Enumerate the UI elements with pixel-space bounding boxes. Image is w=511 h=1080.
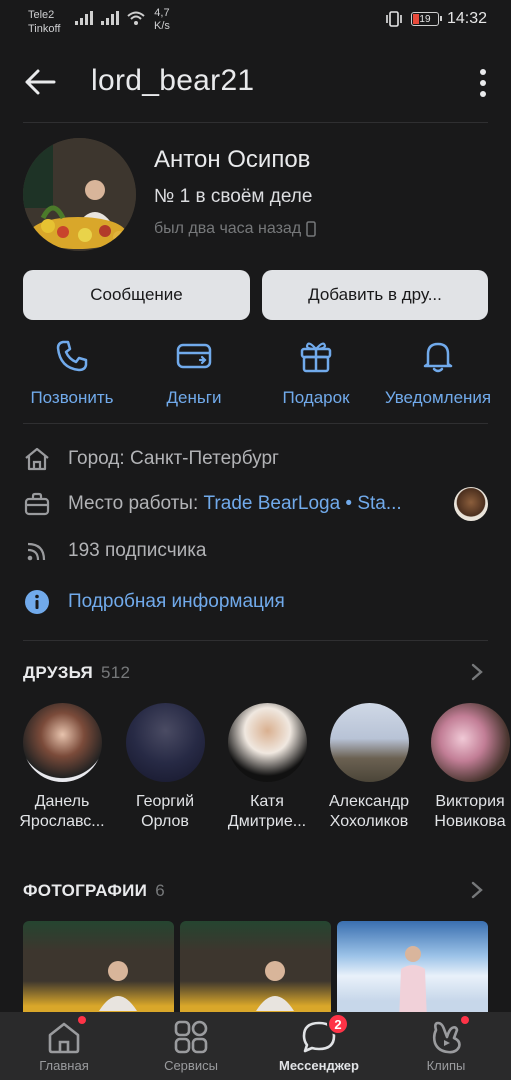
bottom-tab-bar: Главная Сервисы Мессенджер 2 Клипы bbox=[0, 1012, 511, 1080]
avatar[interactable] bbox=[23, 138, 136, 251]
work-link[interactable]: Trade BearLoga • Sta... bbox=[204, 493, 402, 515]
avatar bbox=[329, 703, 409, 782]
avatar bbox=[22, 703, 102, 782]
network-speed: 4,7 K/s bbox=[154, 7, 170, 32]
avatar bbox=[430, 703, 510, 782]
briefcase-icon bbox=[24, 492, 50, 516]
details-row[interactable]: Подробная информация bbox=[23, 587, 493, 617]
bell-icon bbox=[423, 342, 453, 373]
friend-item[interactable]: Георгий Орлов bbox=[115, 703, 215, 832]
divider bbox=[23, 423, 488, 424]
photo-thumbnail[interactable] bbox=[180, 921, 331, 1021]
rss-icon bbox=[27, 542, 46, 561]
avatar bbox=[125, 703, 205, 782]
friend-item[interactable]: Виктория Новикова bbox=[421, 703, 511, 832]
profile-header: lord_bear21 bbox=[0, 52, 511, 114]
photo-thumbnail[interactable] bbox=[23, 921, 174, 1021]
notification-dot bbox=[461, 1016, 469, 1024]
avatar bbox=[227, 703, 307, 782]
signal-icon bbox=[75, 11, 93, 25]
photo-content bbox=[256, 961, 294, 1011]
status-bar: Tele2 Tinkoff 4,7 K/s 19 14:32 bbox=[0, 0, 511, 44]
notification-dot bbox=[78, 1016, 86, 1024]
home-icon bbox=[48, 1022, 80, 1054]
city-row: Город: Санкт-Петербург bbox=[23, 444, 493, 474]
photo-content bbox=[399, 946, 427, 1021]
divider bbox=[23, 122, 488, 123]
photo-thumbnail[interactable] bbox=[337, 921, 488, 1021]
phone-icon bbox=[56, 340, 88, 372]
page-title: lord_bear21 bbox=[91, 64, 255, 97]
tab-home[interactable]: Главная bbox=[9, 1020, 119, 1073]
vibrate-icon bbox=[386, 11, 402, 27]
signal-icons bbox=[74, 10, 146, 26]
battery-icon: 19 bbox=[410, 12, 442, 26]
messenger-badge: 2 bbox=[327, 1013, 349, 1035]
add-friend-button[interactable]: Добавить в дру... bbox=[262, 270, 488, 320]
signal-icon bbox=[101, 11, 119, 25]
message-button[interactable]: Сообщение bbox=[23, 270, 250, 320]
status-right: 19 14:32 bbox=[385, 10, 487, 28]
friend-item[interactable]: Данель Ярославс... bbox=[12, 703, 112, 832]
notifications-action[interactable]: Уведомления bbox=[377, 338, 499, 408]
avatar-photo bbox=[23, 138, 136, 251]
photos-header[interactable]: ФОТОГРАФИИ 6 bbox=[23, 881, 165, 901]
photo-content bbox=[99, 961, 137, 1011]
friends-header[interactable]: ДРУЗЬЯ 512 bbox=[23, 663, 130, 683]
more-vertical-icon[interactable] bbox=[479, 68, 487, 98]
friend-item[interactable]: Катя Дмитрие... bbox=[217, 703, 317, 832]
profile-name: Антон Осипов bbox=[154, 146, 311, 173]
home-icon bbox=[25, 447, 49, 471]
money-icon bbox=[176, 343, 212, 369]
quick-actions: Позвонить Деньги Подарок Уведомления bbox=[0, 338, 511, 410]
tab-messenger[interactable]: Мессенджер bbox=[264, 1020, 374, 1073]
money-action[interactable]: Деньги bbox=[133, 338, 255, 408]
call-action[interactable]: Позвонить bbox=[11, 338, 133, 408]
followers-row[interactable]: 193 подписчика bbox=[23, 536, 493, 566]
tab-services[interactable]: Сервисы bbox=[136, 1020, 246, 1073]
clock: 14:32 bbox=[446, 10, 487, 27]
carrier-names: Tele2 Tinkoff bbox=[28, 9, 61, 35]
mobile-icon bbox=[306, 221, 316, 237]
gift-icon bbox=[300, 342, 332, 373]
info-icon bbox=[25, 590, 49, 614]
chevron-right-icon[interactable] bbox=[471, 663, 483, 681]
clips-icon bbox=[432, 1021, 461, 1054]
work-logo[interactable] bbox=[454, 487, 488, 521]
wifi-icon bbox=[127, 11, 145, 25]
work-row[interactable]: Место работы: Trade BearLoga • Sta... bbox=[23, 489, 443, 519]
last-seen: был два часа назад bbox=[154, 220, 316, 238]
divider bbox=[23, 640, 488, 641]
back-arrow-icon[interactable] bbox=[24, 68, 56, 96]
gift-action[interactable]: Подарок bbox=[255, 338, 377, 408]
profile-status: № 1 в своём деле bbox=[154, 186, 313, 207]
tab-clips[interactable]: Клипы bbox=[391, 1020, 501, 1073]
services-icon bbox=[174, 1020, 208, 1054]
chevron-right-icon[interactable] bbox=[471, 881, 483, 899]
friend-item[interactable]: Александр Хохоликов bbox=[319, 703, 419, 832]
